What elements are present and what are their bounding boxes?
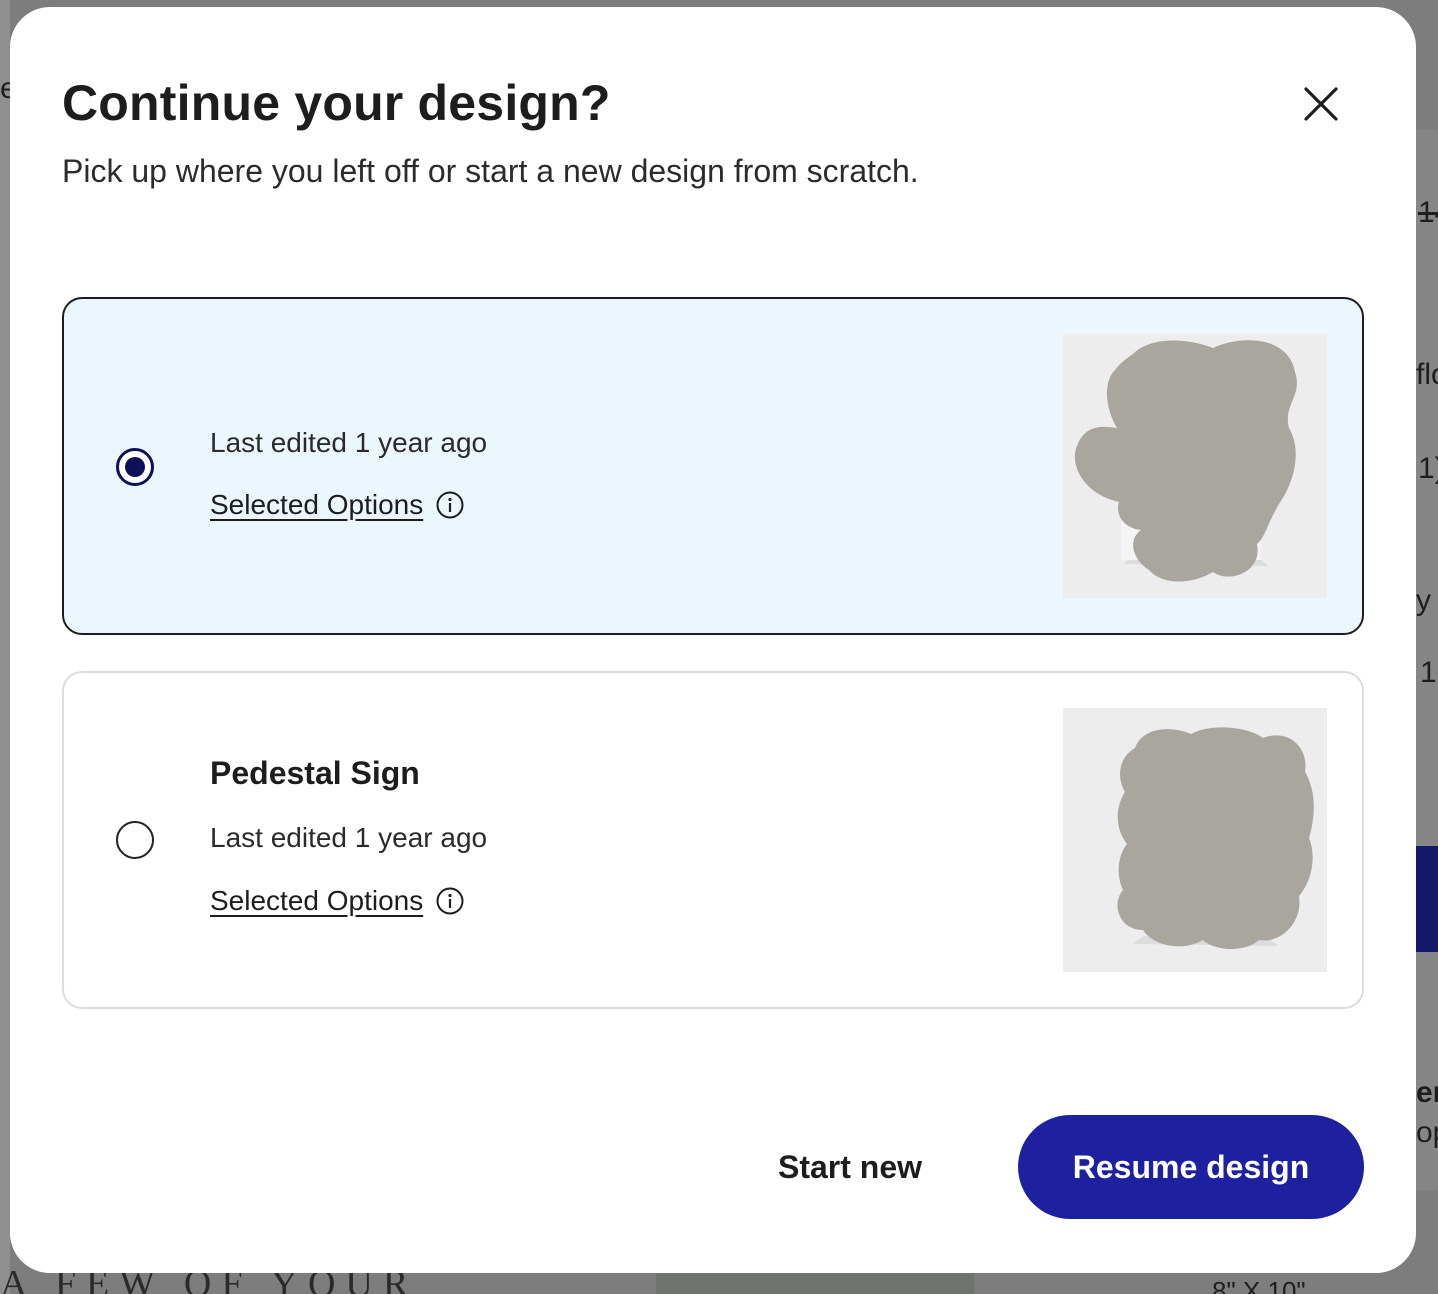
design-thumbnail: [1063, 334, 1327, 598]
close-icon: [1304, 87, 1338, 121]
selected-options-row: Selected Options: [210, 485, 465, 525]
continue-design-dialog: Continue your design? Pick up where you …: [10, 7, 1416, 1273]
design-option-card[interactable]: Pedestal Sign Last edited 1 year ago Sel…: [62, 671, 1364, 1009]
close-button[interactable]: [1290, 73, 1352, 135]
background-left-edge: [0, 0, 10, 1294]
start-new-button[interactable]: Start new: [752, 1135, 948, 1199]
design-option-radio[interactable]: [116, 448, 154, 486]
dialog-title: Continue your design?: [62, 75, 611, 131]
resume-design-button[interactable]: Resume design: [1018, 1115, 1364, 1219]
selected-options-link[interactable]: Selected Options: [210, 489, 423, 521]
background-text-fragment: op: [1416, 1116, 1438, 1149]
background-text-fragment: 1): [1418, 452, 1438, 485]
background-text-fragment: 14: [1418, 196, 1438, 229]
design-option-title: Pedestal Sign: [210, 755, 420, 791]
background-text-fragment: en: [1416, 1076, 1438, 1109]
selected-options-row: Selected Options: [210, 881, 465, 921]
background-text-fragment: y: [1416, 584, 1431, 617]
design-option-radio[interactable]: [116, 821, 154, 859]
last-edited-text: Last edited 1 year ago: [210, 427, 488, 458]
background-product-image: [656, 1272, 974, 1294]
dialog-subtitle: Pick up where you left off or start a ne…: [62, 153, 919, 189]
info-icon[interactable]: [435, 886, 465, 916]
background-text-fragment: 16: [1420, 656, 1438, 689]
background-size-label: 8" X 10": [1212, 1276, 1306, 1294]
last-edited-text: Last edited 1 year ago: [210, 822, 488, 853]
background-dark-button: [1416, 846, 1438, 952]
design-option-card[interactable]: Last edited 1 year ago Selected Options: [62, 297, 1364, 635]
selected-options-link[interactable]: Selected Options: [210, 885, 423, 917]
pedestal-sign-thumbnail: [1063, 708, 1327, 972]
pedestal-sign-thumbnail: [1063, 334, 1327, 598]
background-text-fragment: flo: [1416, 358, 1438, 391]
info-icon[interactable]: [435, 490, 465, 520]
design-thumbnail: [1063, 708, 1327, 972]
